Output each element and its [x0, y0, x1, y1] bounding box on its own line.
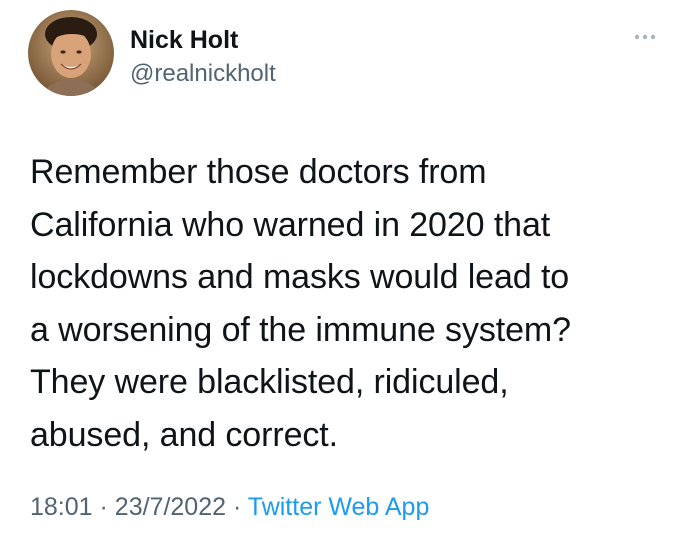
meta-separator: ·	[99, 493, 108, 521]
display-name[interactable]: Nick Holt	[130, 26, 238, 55]
source-link[interactable]: Twitter Web App	[248, 493, 430, 521]
tweet-card: Nick Holt @realnickholt Remember those d…	[0, 0, 692, 540]
more-horizontal-icon	[634, 34, 656, 40]
tweet-date[interactable]: 23/7/2022	[115, 493, 226, 521]
tweet-time[interactable]: 18:01	[30, 493, 93, 521]
user-handle[interactable]: @realnickholt	[130, 60, 276, 88]
tweet-text: Remember those doctors from California w…	[30, 153, 571, 454]
more-options-button[interactable]	[628, 22, 662, 52]
meta-separator: ·	[232, 493, 242, 521]
avatar[interactable]	[28, 10, 114, 96]
tweet-meta: 18:01 · 23/7/2022 · Twitter Web App	[30, 493, 429, 522]
